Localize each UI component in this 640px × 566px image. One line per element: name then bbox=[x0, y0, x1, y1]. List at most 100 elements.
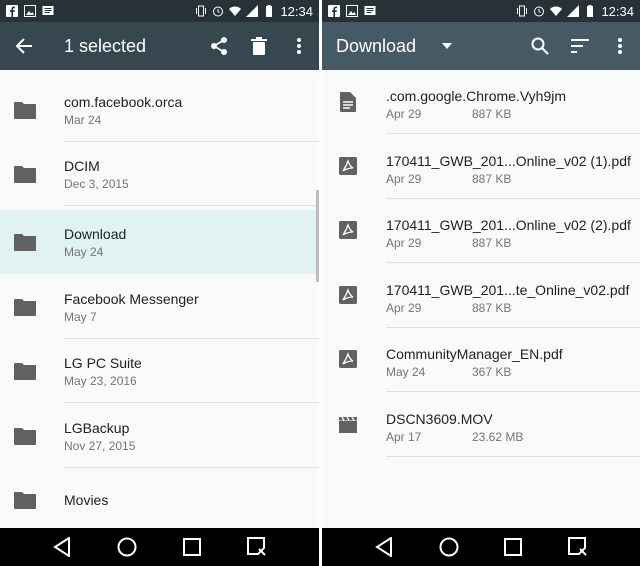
pdf-icon bbox=[339, 221, 357, 239]
file-row[interactable]: 170411_GWB_201...Online_v02 (2).pdf Apr … bbox=[322, 199, 640, 263]
signal-icon bbox=[567, 5, 580, 17]
folder-row[interactable]: Movies bbox=[0, 468, 319, 532]
folder-date: Nov 27, 2015 bbox=[64, 439, 136, 453]
status-bar: 12:34 bbox=[322, 0, 640, 22]
nav-recents-button[interactable] bbox=[180, 535, 204, 559]
message-notification-icon bbox=[364, 6, 376, 15]
triangle-back-icon bbox=[53, 537, 71, 557]
file-size: 887 KB bbox=[472, 301, 512, 315]
sort-button[interactable] bbox=[560, 22, 600, 70]
folder-title: Download bbox=[336, 35, 417, 56]
image-notification-icon bbox=[24, 5, 36, 17]
nav-recents-button[interactable] bbox=[501, 535, 525, 559]
folder-name: LGBackup bbox=[64, 420, 130, 436]
pdf-icon bbox=[339, 286, 357, 304]
facebook-notification-icon bbox=[328, 5, 340, 17]
file-row[interactable]: CommunityManager_EN.pdf May 24 367 KB bbox=[322, 328, 640, 392]
nav-back-button[interactable] bbox=[50, 535, 74, 559]
folder-icon bbox=[14, 166, 36, 183]
selection-toolbar: 1 selected bbox=[0, 22, 319, 70]
folder-date: May 7 bbox=[64, 310, 97, 324]
folder-dropdown-button[interactable] bbox=[432, 22, 462, 70]
row-divider bbox=[386, 456, 640, 457]
folder-name: Download bbox=[64, 226, 127, 242]
file-date: May 24 bbox=[386, 365, 426, 379]
status-time: 12:34 bbox=[280, 3, 313, 19]
folder-date: Mar 24 bbox=[64, 113, 102, 127]
battery-icon bbox=[587, 5, 594, 17]
folder-date: May 24 bbox=[64, 245, 104, 259]
navigation-bar bbox=[322, 528, 640, 566]
qslide-icon bbox=[246, 537, 266, 556]
back-button[interactable] bbox=[4, 22, 44, 70]
vibrate-icon bbox=[196, 5, 207, 17]
square-recents-icon bbox=[504, 538, 523, 556]
more-options-button[interactable] bbox=[279, 22, 319, 70]
row-divider bbox=[386, 391, 640, 392]
status-bar: 12:34 bbox=[0, 0, 319, 22]
wifi-icon bbox=[229, 6, 242, 16]
nav-back-button[interactable] bbox=[372, 535, 396, 559]
folder-icon bbox=[14, 428, 36, 445]
folder-row-selected[interactable]: Download May 24 bbox=[0, 210, 319, 274]
file-name: 170411_GWB_201...te_Online_v02.pdf bbox=[386, 282, 630, 298]
folder-row[interactable]: DCIM Dec 3, 2015 bbox=[0, 142, 319, 206]
file-size: 367 KB bbox=[472, 365, 512, 379]
arrow-left-icon bbox=[15, 38, 32, 54]
nav-qslide-button[interactable] bbox=[566, 535, 590, 559]
row-divider bbox=[386, 262, 640, 263]
wifi-icon bbox=[550, 6, 563, 16]
delete-button[interactable] bbox=[239, 22, 279, 70]
file-size: 887 KB bbox=[472, 107, 512, 121]
nav-qslide-button[interactable] bbox=[245, 535, 269, 559]
folder-row[interactable]: LG PC Suite May 23, 2016 bbox=[0, 339, 319, 403]
signal-icon bbox=[246, 5, 259, 17]
search-button[interactable] bbox=[520, 22, 560, 70]
file-date: Apr 29 bbox=[386, 236, 422, 250]
folder-date: May 23, 2016 bbox=[64, 374, 137, 388]
file-size: 23.62 MB bbox=[472, 430, 524, 444]
search-icon bbox=[531, 37, 549, 55]
folder-name: Movies bbox=[64, 492, 109, 508]
row-divider bbox=[386, 133, 640, 134]
folder-date: Dec 3, 2015 bbox=[64, 177, 129, 191]
file-name: .com.google.Chrome.Vyh9jm bbox=[386, 88, 567, 104]
file-row[interactable]: DSCN3609.MOV Apr 17 23.62 MB bbox=[322, 393, 640, 457]
qslide-icon bbox=[567, 537, 587, 556]
page-title: 1 selected bbox=[64, 35, 147, 56]
square-recents-icon bbox=[182, 538, 201, 556]
trash-icon bbox=[251, 37, 267, 55]
folder-name: LG PC Suite bbox=[64, 355, 142, 371]
sort-icon bbox=[571, 39, 589, 53]
file-row[interactable]: 170411_GWB_201...te_Online_v02.pdf Apr 2… bbox=[322, 264, 640, 328]
folder-row[interactable]: Facebook Messenger May 7 bbox=[0, 275, 319, 339]
folder-row[interactable]: LGBackup Nov 27, 2015 bbox=[0, 404, 319, 468]
file-row[interactable]: .com.google.Chrome.Vyh9jm Apr 29 887 KB bbox=[322, 70, 640, 134]
folder-name: com.facebook.orca bbox=[64, 94, 183, 110]
file-row[interactable]: 170411_GWB_201...Online_v02 (1).pdf Apr … bbox=[322, 135, 640, 199]
row-divider bbox=[64, 402, 319, 403]
more-vert-icon bbox=[297, 38, 301, 54]
pdf-icon bbox=[339, 350, 357, 368]
share-icon bbox=[211, 37, 227, 55]
more-vert-icon bbox=[618, 38, 622, 54]
folder-icon bbox=[14, 363, 36, 380]
file-date: Apr 29 bbox=[386, 107, 422, 121]
battery-icon bbox=[266, 5, 273, 17]
circle-home-icon bbox=[439, 537, 459, 557]
alarm-icon bbox=[534, 6, 545, 17]
facebook-notification-icon bbox=[6, 5, 18, 17]
folder-icon bbox=[14, 492, 36, 509]
left-screen: 12:34 1 selected com.facebook.orca Mar 2… bbox=[0, 0, 319, 566]
file-size: 887 KB bbox=[472, 172, 512, 186]
nav-home-button[interactable] bbox=[437, 535, 461, 559]
pdf-icon bbox=[339, 157, 357, 175]
status-time: 12:34 bbox=[601, 3, 634, 19]
share-button[interactable] bbox=[199, 22, 239, 70]
file-size: 887 KB bbox=[472, 236, 512, 250]
file-name: 170411_GWB_201...Online_v02 (2).pdf bbox=[386, 217, 631, 233]
message-notification-icon bbox=[42, 6, 54, 15]
more-options-button[interactable] bbox=[600, 22, 640, 70]
nav-home-button[interactable] bbox=[115, 535, 139, 559]
folder-row[interactable]: com.facebook.orca Mar 24 bbox=[0, 78, 319, 142]
